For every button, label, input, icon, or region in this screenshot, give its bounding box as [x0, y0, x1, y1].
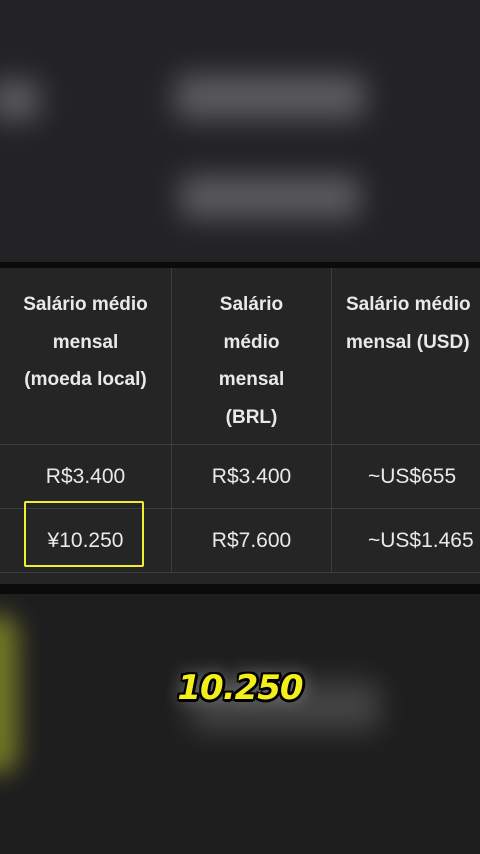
header-cell-usd: Salário médio mensal (USD): [346, 294, 471, 353]
blurred-shape: [0, 80, 40, 120]
divider: [0, 584, 480, 594]
blurred-shape: [180, 176, 360, 218]
blurred-shape: [175, 75, 365, 119]
salary-table: Salário médio mensal (moeda local) Salár…: [0, 268, 480, 584]
cell-local: R$3.400: [0, 445, 172, 508]
highlight-box: [24, 501, 144, 567]
cell-brl: R$7.600: [172, 509, 332, 572]
header-cell-local-currency: Salário médio mensal (moeda local): [0, 268, 172, 444]
table-row: R$3.400 R$3.400 ~US$655: [0, 445, 480, 509]
cell-usd: ~US$655: [368, 464, 457, 488]
blurred-bottom-region: 10.250: [0, 594, 480, 854]
header-cell-brl: Salário médio mensal (BRL): [172, 268, 332, 444]
cell-brl: R$3.400: [172, 445, 332, 508]
cell-usd: ~US$1.465: [368, 528, 474, 552]
table-header-row: Salário médio mensal (moeda local) Salár…: [0, 268, 480, 445]
blurred-top-region: [0, 0, 480, 262]
caption-number: 10.250: [177, 668, 303, 708]
